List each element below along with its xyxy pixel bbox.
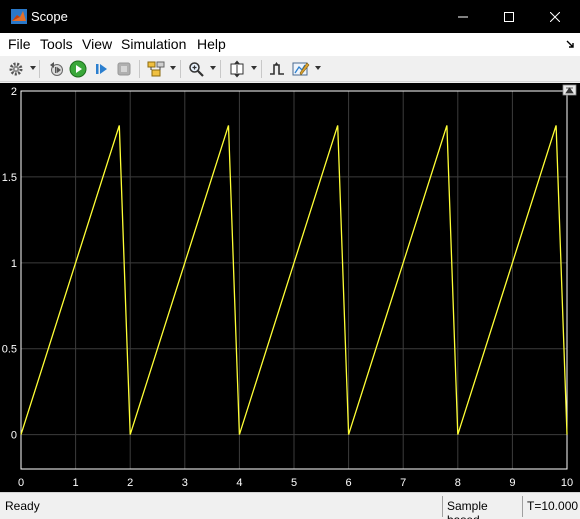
x-tick-label: 6 — [346, 477, 352, 489]
toolbar-separator — [261, 60, 262, 78]
zoom-dropdown-icon[interactable] — [210, 66, 216, 70]
matlab-logo-icon — [11, 9, 27, 24]
gear-icon — [9, 62, 23, 76]
toolbar — [0, 56, 580, 82]
maximize-icon — [504, 11, 514, 22]
y-tick-label: 0.5 — [2, 344, 17, 356]
settings-dropdown-icon[interactable] — [30, 66, 36, 70]
window-title: Scope — [31, 9, 68, 24]
cursor-icon — [292, 62, 310, 76]
y-tick-labels: 0 0.5 1 1.5 2 — [2, 86, 17, 442]
status-sample-mode: Sample based — [442, 496, 522, 519]
x-tick-label: 5 — [291, 477, 297, 489]
x-tick-label: 0 — [18, 477, 24, 489]
x-tick-labels: 0 1 2 3 4 5 6 7 8 9 10 — [18, 477, 573, 489]
highlight-dropdown-icon[interactable] — [170, 66, 176, 70]
autoscale-button[interactable] — [226, 58, 248, 80]
highlight-icon — [147, 61, 165, 77]
trigger-button[interactable] — [266, 58, 288, 80]
step-forward-button[interactable] — [90, 58, 112, 80]
close-icon — [550, 11, 560, 22]
toolbar-separator — [139, 60, 140, 78]
y-tick-label: 1.5 — [2, 172, 17, 184]
x-tick-label: 3 — [182, 477, 188, 489]
x-tick-label: 8 — [455, 477, 461, 489]
menu-file[interactable]: File — [8, 36, 31, 52]
axes-expand-button[interactable] — [562, 84, 577, 96]
menu-view[interactable]: View — [82, 36, 112, 52]
undock-arrow-icon[interactable] — [565, 39, 575, 49]
autoscale-icon — [230, 60, 244, 78]
title-bar: Scope — [0, 0, 580, 33]
x-tick-label: 7 — [400, 477, 406, 489]
step-forward-icon — [96, 64, 107, 74]
zoom-button[interactable] — [185, 58, 207, 80]
status-ready: Ready — [5, 499, 40, 513]
restore-button[interactable] — [45, 58, 67, 80]
y-tick-label: 1 — [11, 258, 17, 270]
status-time: T=10.000 — [522, 496, 580, 517]
zoom-icon — [189, 62, 204, 77]
x-tick-label: 4 — [236, 477, 242, 489]
x-tick-label: 2 — [127, 477, 133, 489]
menu-help[interactable]: Help — [197, 36, 226, 52]
stop-button[interactable] — [113, 58, 135, 80]
maximize-button[interactable] — [486, 0, 532, 33]
y-tick-label: 0 — [11, 430, 17, 442]
cursor-measurement-button[interactable] — [290, 58, 312, 80]
close-button[interactable] — [532, 0, 578, 33]
scope-display[interactable]: 0 0.5 1 1.5 2 0 1 2 3 4 5 6 7 8 9 10 — [0, 83, 580, 492]
restore-icon — [50, 62, 63, 76]
x-tick-label: 9 — [509, 477, 515, 489]
toolbar-separator — [180, 60, 181, 78]
trigger-icon — [270, 62, 284, 75]
settings-button[interactable] — [5, 58, 27, 80]
x-tick-label: 1 — [73, 477, 79, 489]
menu-simulation[interactable]: Simulation — [121, 36, 186, 52]
y-tick-label: 2 — [11, 86, 17, 98]
minimize-button[interactable] — [440, 0, 486, 33]
minimize-icon — [458, 16, 468, 17]
highlight-button[interactable] — [145, 58, 167, 80]
autoscale-dropdown-icon[interactable] — [251, 66, 257, 70]
stop-icon — [117, 62, 131, 76]
cursor-dropdown-icon[interactable] — [315, 66, 321, 70]
status-bar: Ready Sample based T=10.000 — [0, 492, 580, 519]
menu-tools[interactable]: Tools — [40, 36, 73, 52]
menu-bar: File Tools View Simulation Help — [0, 33, 580, 56]
x-tick-label: 10 — [561, 477, 573, 489]
toolbar-separator — [220, 60, 221, 78]
toolbar-separator — [39, 60, 40, 78]
run-button[interactable] — [67, 58, 89, 80]
run-icon — [69, 60, 87, 78]
scope-plot: 0 0.5 1 1.5 2 0 1 2 3 4 5 6 7 8 9 10 — [2, 84, 577, 489]
grid-lines — [21, 91, 567, 469]
